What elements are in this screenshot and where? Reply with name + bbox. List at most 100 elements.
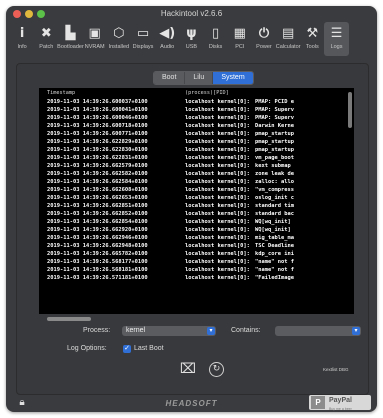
table-row[interactable]: 2019-11-03 14:39:26.662608+0100 localhost…	[47, 186, 344, 194]
toolbar-item-label: USB	[185, 44, 198, 50]
toolbar-item-label: Audio	[160, 44, 175, 50]
displays-icon: ▭	[136, 26, 150, 41]
cell-process: localhost kernel[0]:	[185, 139, 250, 146]
last-boot-label: Last Boot	[134, 345, 164, 352]
cell-process: localhost kernel[0]:	[185, 131, 250, 138]
column-header-timestamp[interactable]: Timestamp	[47, 90, 185, 96]
toolbar-item-label: PCI	[235, 44, 245, 50]
cell-process: localhost kernel[0]:	[185, 259, 250, 266]
toolbar-item-installed[interactable]: ⬡ Installed	[107, 22, 131, 56]
paypal-donate-button[interactable]: P PayPal Buy me a beer	[309, 395, 371, 411]
cell-message: WQ[wq_init]	[255, 219, 291, 226]
cell-message: standard bac	[255, 211, 294, 218]
toolbar-item-bootloader[interactable]: ▙ Bootloader	[57, 22, 84, 56]
cell-process: localhost kernel[0]:	[185, 187, 250, 194]
cell-timestamp: 2019-11-03 14:39:26.662948+0100	[47, 243, 148, 250]
chevron-down-icon: ▾	[352, 327, 360, 335]
contains-field[interactable]: ▾	[275, 326, 361, 336]
toolbar-item-info[interactable]: i Info	[10, 22, 34, 56]
toolbar-item-tools[interactable]: ⚒ Tools	[300, 22, 324, 56]
cell-message: pmap_startup	[255, 147, 294, 154]
cell-process: localhost kernel[0]:	[185, 251, 250, 258]
cell-timestamp: 2019-11-03 14:39:26.600046+0100	[47, 115, 148, 122]
table-row[interactable]: 2019-11-03 14:39:26.662852+0100 localhost…	[47, 210, 344, 218]
table-row[interactable]: 2019-11-03 14:39:26.662582+0100 localhost…	[47, 170, 344, 178]
cell-message: kext submap	[255, 163, 291, 170]
toolbar-item-pci[interactable]: ▦ PCI	[228, 22, 252, 56]
table-row[interactable]: 2019-11-03 14:39:26.571181+0100 localhost…	[47, 274, 344, 282]
table-row[interactable]: 2019-11-03 14:39:26.622831+0100 localhost…	[47, 154, 344, 162]
audio-icon: ◀)	[159, 26, 176, 41]
table-row[interactable]: 2019-11-03 14:39:26.662851+0100 localhost…	[47, 202, 344, 210]
vertical-scrollbar[interactable]	[348, 92, 352, 128]
table-row[interactable]: 2019-11-03 14:39:26.600037+0100 localhost…	[47, 98, 344, 106]
table-row[interactable]: 2019-11-03 14:39:26.662920+0100 localhost…	[47, 226, 344, 234]
toolbar-item-label: Calculator	[275, 44, 301, 50]
table-row[interactable]: 2019-11-03 14:39:26.568177+0100 localhost…	[47, 258, 344, 266]
tab-lilu[interactable]: Lilu	[185, 72, 214, 84]
patch-icon: ✖	[40, 26, 52, 41]
toolbar-item-usb[interactable]: ψ USB	[179, 22, 203, 56]
footer: 🔒︎ HEADSOFT P PayPal Buy me a beer	[6, 395, 377, 412]
cell-message: zone leak de	[255, 171, 294, 178]
cell-message: "vm_compress	[255, 187, 294, 194]
horizontal-scrollbar[interactable]	[47, 317, 91, 321]
toolbar-item-patch[interactable]: ✖ Patch	[34, 22, 58, 56]
cell-process: localhost kernel[0]:	[185, 147, 250, 154]
toolbar-item-label: Power	[256, 44, 272, 50]
cell-process: localhost kernel[0]:	[185, 267, 250, 274]
table-row[interactable]: 2019-11-03 14:39:26.600718+0100 localhost…	[47, 122, 344, 130]
process-label: Process:	[83, 327, 111, 334]
table-row[interactable]: 2019-11-03 14:39:26.662653+0100 localhost…	[47, 194, 344, 202]
table-row[interactable]: 2019-11-03 14:39:26.568181+0100 localhost…	[47, 266, 344, 274]
toolbar-item-label: Logs	[330, 44, 343, 50]
table-row[interactable]: 2019-11-03 14:39:26.662579+0100 localhost…	[47, 162, 344, 170]
toolbar-item-nvram[interactable]: ▣ NVRAM	[83, 22, 107, 56]
table-row[interactable]: 2019-11-03 14:39:26.600046+0100 localhost…	[47, 114, 344, 122]
cell-timestamp: 2019-11-03 14:39:26.662920+0100	[47, 227, 148, 234]
refresh-button[interactable]: ↻	[209, 362, 224, 377]
table-row[interactable]: 2019-11-03 14:39:26.622829+0100 localhost…	[47, 138, 344, 146]
table-row[interactable]: 2019-11-03 14:39:26.662948+0100 localhost…	[47, 242, 344, 250]
table-row[interactable]: 2019-11-03 14:39:26.600041+0100 localhost…	[47, 106, 344, 114]
cell-timestamp: 2019-11-03 14:39:26.662852+0100	[47, 211, 148, 218]
process-select[interactable]: kernel ▾	[122, 326, 216, 336]
cell-process: localhost kernel[0]:	[185, 195, 250, 202]
cell-timestamp: 2019-11-03 14:39:26.622829+0100	[47, 139, 148, 146]
toolbar-item-displays[interactable]: ▭ Displays	[131, 22, 155, 56]
cell-timestamp: 2019-11-03 14:39:26.622831+0100	[47, 155, 148, 162]
toolbar-item-label: Bootloader	[57, 44, 84, 50]
tab-system[interactable]: System	[213, 72, 253, 84]
toolbar-item-audio[interactable]: ◀) Audio	[155, 22, 179, 56]
table-row[interactable]: 2019-11-03 14:39:26.662584+0100 localhost…	[47, 178, 344, 186]
toolbar-item-calculator[interactable]: ▤ Calculator	[275, 22, 301, 56]
toolbar-item-power[interactable]: ⏻ Power	[252, 22, 276, 56]
app-window: Hackintool v2.6.6 i Info ✖ Patch ▙ Bootloader…	[6, 6, 377, 412]
toolbar-item-label: Installed	[108, 44, 130, 50]
table-row[interactable]: 2019-11-03 14:39:26.662946+0100 localhost…	[47, 234, 344, 242]
table-row[interactable]: 2019-11-03 14:39:26.622830+0100 localhost…	[47, 146, 344, 154]
log-table[interactable]: Timestamp (process)[PID] 2019-11-03 14:39…	[39, 88, 354, 314]
last-boot-checkbox[interactable]: ✓	[123, 345, 131, 353]
cell-message: vm_page_boot	[255, 155, 294, 162]
table-row[interactable]: 2019-11-03 14:39:26.600771+0100 localhost…	[47, 130, 344, 138]
cell-message: PMAP: PCID e	[255, 99, 294, 105]
chevron-down-icon: ▾	[207, 327, 215, 335]
column-header-process[interactable]: (process)[PID]	[185, 90, 255, 96]
table-row[interactable]: 2019-11-03 14:39:26.662854+0100 localhost…	[47, 218, 344, 226]
table-row[interactable]: 2019-11-03 14:39:26.665782+0100 localhost…	[47, 250, 344, 258]
cell-message: TSC Deadline	[255, 243, 294, 250]
log-source-tabs: Boot Lilu System	[153, 71, 254, 85]
cell-process: localhost kernel[0]:	[185, 179, 250, 186]
toolbar-item-disks[interactable]: ▯ Disks	[204, 22, 228, 56]
toolbar-item-logs[interactable]: ☰ Logs	[324, 22, 349, 56]
cell-process: localhost kernel[0]:	[185, 227, 250, 234]
tab-boot[interactable]: Boot	[154, 72, 186, 84]
disks-icon: ▯	[212, 26, 220, 41]
contains-label: Contains:	[231, 327, 261, 334]
toolbar-item-label: NVRAM	[84, 44, 105, 50]
clear-log-button[interactable]: ⌧	[179, 360, 197, 378]
cell-process: localhost kernel[0]:	[185, 203, 250, 210]
cell-message: zalloc: allo	[255, 179, 294, 186]
boot-icon: ▙	[65, 26, 76, 41]
